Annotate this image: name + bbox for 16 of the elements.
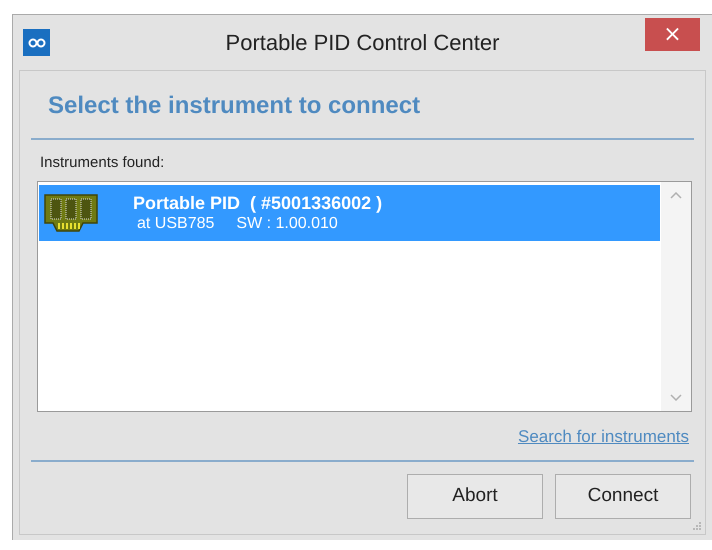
instrument-name: Portable PID ( #5001336002 ) [133,192,382,214]
close-button[interactable]: × [645,18,700,51]
instrument-port: at USB785 [137,214,214,234]
search-instruments-link[interactable]: Search for instruments [518,424,689,449]
scrollbar[interactable] [661,182,691,410]
instrument-row[interactable]: Portable PID ( #5001336002 ) at USB785 SW : 1.00.010 [39,184,660,240]
dialog-heading: Select the instrument to connect [48,91,422,121]
software-version: SW : 1.00.010 [236,214,338,234]
app-icon [23,29,50,56]
dialog-button[interactable]: Connect [555,474,691,519]
list-label: Instruments found: [40,153,166,173]
window-title: Portable PID Control Center [224,29,500,57]
scroll-down-icon[interactable] [670,394,682,400]
dialog-button[interactable]: Abort [407,474,543,519]
resize-grip-icon[interactable] [692,521,702,531]
scroll-up-icon[interactable] [670,192,682,198]
